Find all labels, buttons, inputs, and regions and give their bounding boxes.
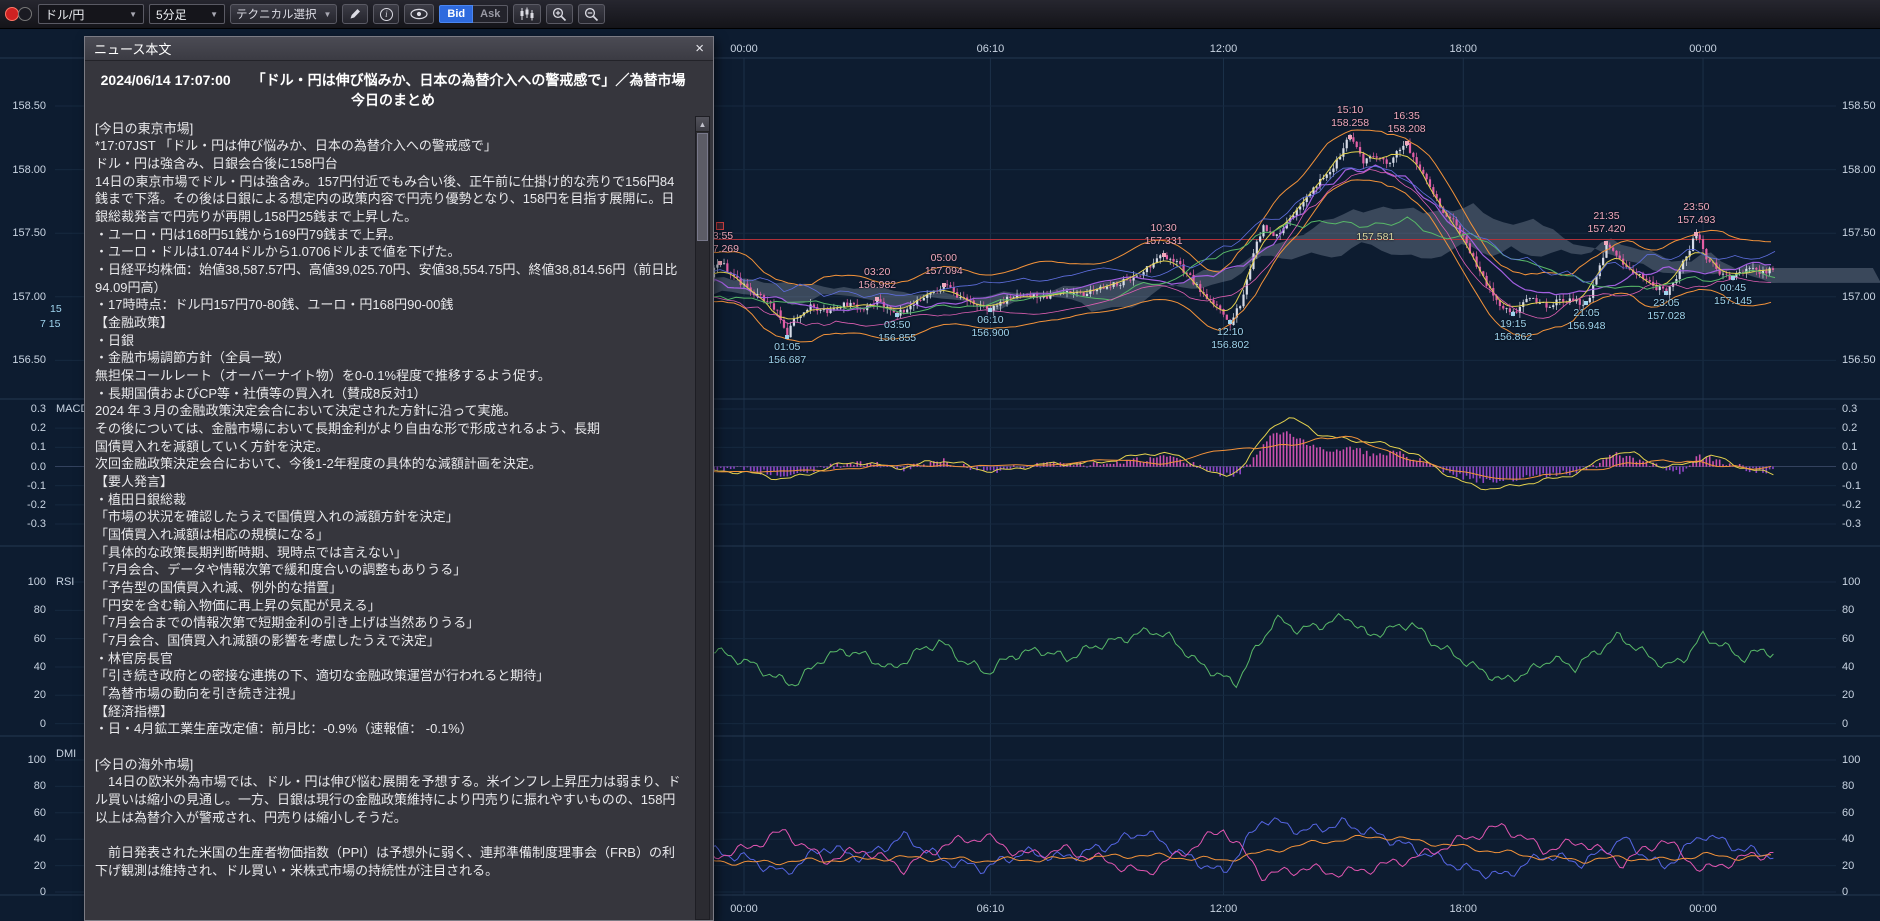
display-toggle-button[interactable] [404, 4, 434, 24]
eye-icon [410, 8, 428, 20]
app-logo-icon [5, 6, 33, 23]
currency-pair-select[interactable]: ドル/円 ▼ [38, 4, 144, 24]
news-popup-title: ニュース本文 [94, 39, 171, 58]
technical-select-button[interactable]: テクニカル選択 ▼ [230, 4, 337, 24]
chevron-down-icon: ▼ [324, 10, 332, 19]
info-button[interactable]: i [373, 4, 399, 24]
ask-button[interactable]: Ask [473, 5, 508, 23]
zoom-in-icon [552, 7, 567, 22]
technical-select-label: テクニカル選択 [236, 6, 317, 22]
chevron-down-icon: ▼ [129, 10, 137, 19]
news-headline: 2024/06/14 17:07:00 「ドル・円は伸び悩みか、日本の為替介入へ… [85, 61, 713, 116]
toolbar: ドル/円 ▼ 5分足 ▼ テクニカル選択 ▼ i Bid Ask [0, 0, 1880, 29]
chart-type-button[interactable] [513, 4, 541, 24]
bid-button[interactable]: Bid [439, 5, 473, 23]
currency-pair-label: ドル/円 [45, 6, 84, 23]
candlestick-chart-icon [519, 7, 535, 21]
scroll-up-arrow[interactable]: ▲ [696, 117, 709, 132]
news-body-container: [今日の東京市場] *17:07JST 「ドル・円は伸び悩みか、日本の為替介入へ… [85, 116, 713, 920]
news-popup-titlebar[interactable]: ニュース本文 × [85, 37, 713, 61]
news-popup: ニュース本文 × 2024/06/14 17:07:00 「ドル・円は伸び悩みか… [84, 36, 714, 921]
news-body-text: [今日の東京市場] *17:07JST 「ドル・円は伸び悩みか、日本の為替介入へ… [95, 120, 686, 880]
close-icon[interactable]: × [695, 41, 704, 56]
chevron-down-icon: ▼ [210, 10, 218, 19]
info-icon: i [380, 8, 393, 21]
timeframe-label: 5分足 [156, 6, 187, 23]
bid-ask-toggle: Bid Ask [439, 5, 508, 23]
pencil-icon [348, 7, 362, 21]
draw-pencil-button[interactable] [342, 4, 368, 24]
zoom-in-button[interactable] [546, 4, 573, 24]
zoom-out-icon [584, 7, 599, 22]
scroll-thumb[interactable] [697, 133, 708, 241]
news-scrollbar[interactable]: ▲ [695, 116, 710, 920]
timeframe-select[interactable]: 5分足 ▼ [149, 4, 225, 24]
zoom-out-button[interactable] [578, 4, 605, 24]
